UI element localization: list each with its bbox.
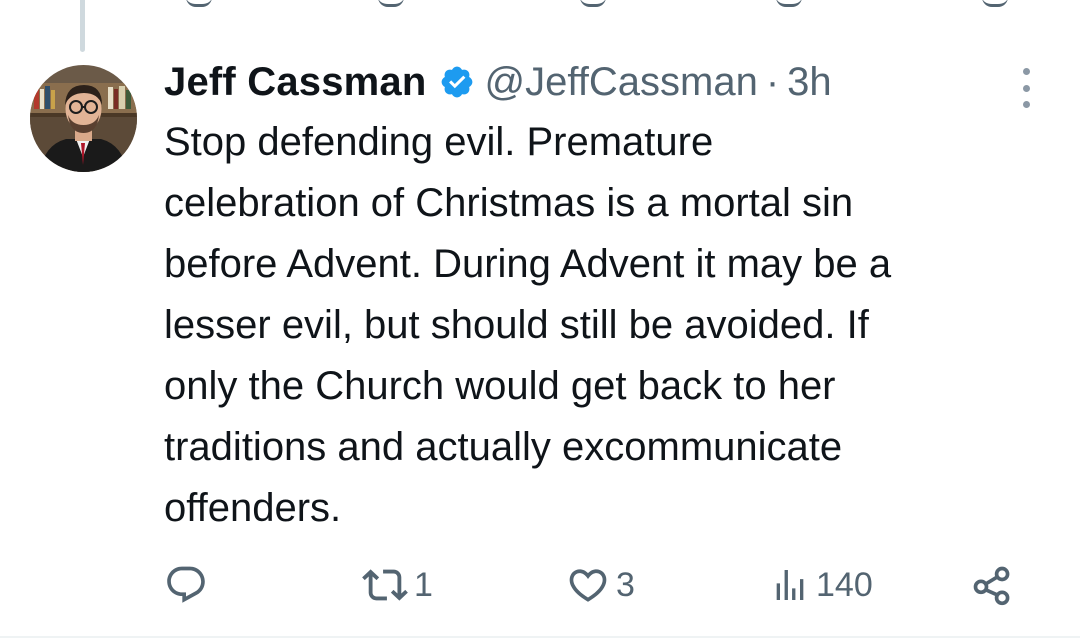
tweet-header: Jeff Cassman @JeffCassman · 3h [164,54,832,110]
share-icon [973,566,1010,606]
avatar-image [30,65,137,172]
retweet-count: 1 [414,565,433,604]
tweet-timestamp[interactable]: 3h [787,60,832,105]
share-button[interactable] [970,560,1014,610]
more-dot-icon [1022,68,1030,75]
heart-icon [569,569,607,602]
more-dot-icon [1022,84,1030,92]
previous-tweet-action-bar [0,0,1080,7]
retweet-button[interactable]: 1 [362,560,433,610]
thread-connector-line [80,0,85,52]
like-button[interactable]: 3 [566,560,635,610]
previous-share-icon[interactable] [982,0,1008,7]
views-button[interactable]: 140 [770,560,873,610]
tweet-text-line: before Advent. During Advent it may be a [164,242,892,286]
previous-reply-icon[interactable] [186,0,212,7]
reply-button[interactable] [164,560,208,610]
verified-badge-icon[interactable] [439,64,475,100]
views-count: 140 [816,565,873,604]
previous-like-icon[interactable] [580,0,606,7]
reply-icon [167,566,205,603]
tweet-text-line: celebration of Christmas is a mortal sin [164,181,854,225]
views-icon [776,570,804,600]
tweet-text-line: only the Church would get back to her [164,364,836,408]
tweet-action-bar: 1 3 140 [0,560,1080,610]
tweet-text: Stop defending evil. Premature celebrati… [164,112,1044,539]
author-handle[interactable]: @JeffCassman [485,60,758,105]
like-count: 3 [616,565,635,604]
more-options-button[interactable] [1012,68,1040,108]
separator-dot: · [765,59,780,104]
tweet-text-line: offenders. [164,486,342,530]
retweet-icon [362,569,408,601]
tweet-text-line: traditions and actually excommunicate [164,425,843,469]
previous-views-icon[interactable] [776,0,802,7]
tweet-text-line: Stop defending evil. Premature [164,120,714,164]
more-dot-icon [1022,101,1030,108]
avatar[interactable] [30,65,137,172]
author-display-name[interactable]: Jeff Cassman [164,60,427,105]
tweet-text-line: lesser evil, but should still be avoided… [164,303,869,347]
previous-retweet-icon[interactable] [378,0,404,7]
